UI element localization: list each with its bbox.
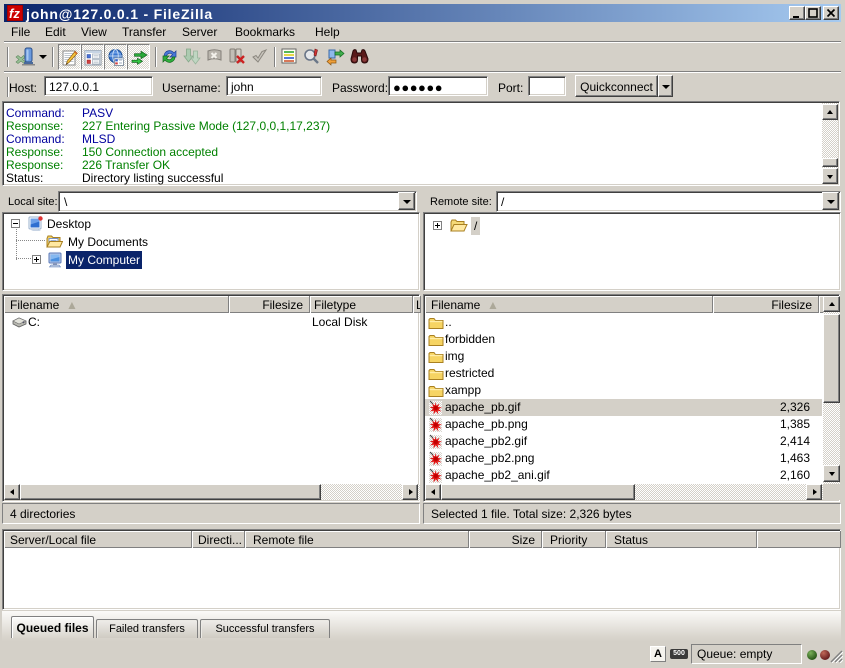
svg-text:fz: fz xyxy=(9,6,20,21)
